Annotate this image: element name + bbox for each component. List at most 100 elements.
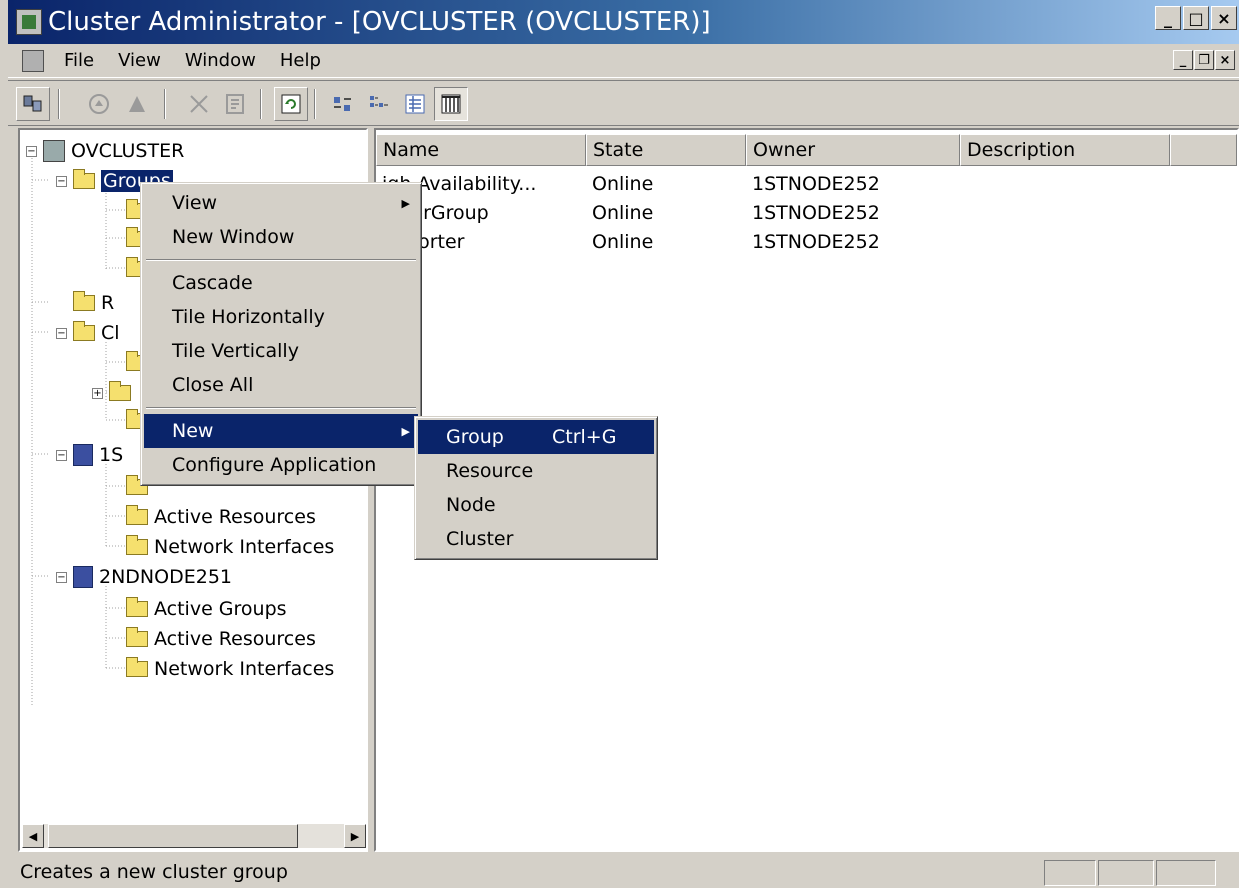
tree-label: Network Interfaces bbox=[154, 658, 335, 680]
menu-item-new-node[interactable]: Node bbox=[418, 488, 654, 522]
scroll-thumb[interactable] bbox=[48, 824, 298, 848]
mdi-child-icon[interactable] bbox=[22, 49, 44, 72]
menu-item-new-window[interactable]: New Window bbox=[144, 220, 418, 254]
column-header-state[interactable]: State bbox=[586, 134, 746, 166]
tree-horizontal-scrollbar[interactable]: ◀ ▶ bbox=[22, 824, 366, 848]
cell-owner: 1STNODE252 bbox=[752, 202, 880, 224]
tree-node-2ndnode251[interactable]: − 2NDNODE251 bbox=[56, 564, 232, 590]
tree-label: Cl bbox=[101, 322, 120, 344]
collapse-icon[interactable]: − bbox=[56, 571, 67, 583]
mdi-close-button[interactable]: × bbox=[1215, 50, 1235, 70]
properties-icon bbox=[226, 94, 244, 114]
tree-node-1stnode[interactable]: − 1S bbox=[56, 442, 123, 468]
toolbar bbox=[8, 80, 1239, 126]
tree-node-ovcluster[interactable]: − OVCLUSTER bbox=[26, 138, 184, 164]
tree-node-config-child[interactable]: + bbox=[92, 380, 137, 406]
mdi-minimize-button[interactable]: _ bbox=[1173, 50, 1193, 70]
small-icons-icon bbox=[370, 96, 388, 107]
details-button[interactable] bbox=[434, 87, 468, 121]
toolbar-separator bbox=[314, 89, 316, 119]
close-button[interactable]: × bbox=[1211, 6, 1237, 30]
menu-item-new-resource[interactable]: Resource bbox=[418, 454, 654, 488]
collapse-icon[interactable]: − bbox=[56, 449, 67, 461]
menu-item-label: Cluster bbox=[446, 528, 514, 550]
delete-button[interactable] bbox=[182, 87, 216, 121]
menu-file[interactable]: File bbox=[52, 50, 106, 71]
refresh-button[interactable] bbox=[274, 87, 308, 121]
menu-item-new[interactable]: New ▶ bbox=[144, 414, 418, 448]
tree-label: Active Groups bbox=[154, 598, 287, 620]
bring-online-button[interactable] bbox=[82, 87, 116, 121]
offline-icon bbox=[129, 96, 145, 112]
properties-button[interactable] bbox=[218, 87, 252, 121]
menu-item-label: Node bbox=[446, 494, 496, 516]
menu-item-configure-application[interactable]: Configure Application bbox=[144, 448, 418, 482]
menu-item-new-group[interactable]: Group Ctrl+G bbox=[418, 420, 654, 454]
mdi-restore-button[interactable]: ❐ bbox=[1194, 50, 1214, 70]
list-button[interactable] bbox=[398, 87, 432, 121]
column-header-description[interactable]: Description bbox=[960, 134, 1170, 166]
small-icons-button[interactable] bbox=[362, 87, 396, 121]
take-offline-button[interactable] bbox=[120, 87, 154, 121]
toolbar-separator bbox=[164, 89, 166, 119]
collapse-icon[interactable]: − bbox=[56, 175, 67, 187]
list-header: Name State Owner Description bbox=[376, 134, 1237, 166]
menu-item-label: New bbox=[172, 420, 214, 442]
minimize-button[interactable]: _ bbox=[1155, 6, 1181, 30]
menu-item-cascade[interactable]: Cascade bbox=[144, 266, 418, 300]
tree-node-node2-active-groups[interactable]: Active Groups bbox=[126, 596, 287, 622]
menu-separator bbox=[146, 259, 416, 261]
menu-view[interactable]: View bbox=[106, 50, 173, 71]
maximize-button[interactable]: □ bbox=[1183, 6, 1209, 30]
list-row[interactable]: Reporter Online 1STNODE252 bbox=[376, 228, 1170, 256]
menu-item-new-cluster[interactable]: Cluster bbox=[418, 522, 654, 556]
folder-icon bbox=[126, 657, 148, 677]
list-row[interactable]: igh Availability... Online 1STNODE252 bbox=[376, 170, 1170, 198]
cluster-icon bbox=[43, 140, 65, 162]
submenu-arrow-icon: ▶ bbox=[401, 196, 410, 210]
tree-label: Active Resources bbox=[154, 506, 316, 528]
folder-icon bbox=[126, 597, 148, 617]
column-header-name[interactable]: Name bbox=[376, 134, 586, 166]
menu-item-close-all[interactable]: Close All bbox=[144, 368, 418, 402]
tree-node-resources[interactable]: R bbox=[73, 290, 114, 316]
tree-node-node2-network-interfaces[interactable]: Network Interfaces bbox=[126, 656, 334, 682]
tree-node-node1-network-interfaces[interactable]: Network Interfaces bbox=[126, 534, 334, 560]
column-header-owner[interactable]: Owner bbox=[746, 134, 960, 166]
list-row[interactable]: usterGroup Online 1STNODE252 bbox=[376, 199, 1170, 227]
menu-item-tile-horizontally[interactable]: Tile Horizontally bbox=[144, 300, 418, 334]
menu-help[interactable]: Help bbox=[268, 50, 333, 71]
collapse-icon[interactable]: − bbox=[56, 327, 67, 339]
menu-item-label: Resource bbox=[446, 460, 534, 482]
menu-item-label: Tile Vertically bbox=[172, 340, 299, 362]
collapse-icon[interactable]: − bbox=[26, 145, 37, 157]
menu-window[interactable]: Window bbox=[173, 50, 268, 71]
tree-node-node1-active-resources[interactable]: Active Resources bbox=[126, 504, 316, 530]
list-icon bbox=[405, 94, 425, 114]
menu-item-tile-vertically[interactable]: Tile Vertically bbox=[144, 334, 418, 368]
menu-separator bbox=[146, 407, 416, 409]
folder-icon bbox=[126, 505, 148, 525]
tree-node-node2-active-resources[interactable]: Active Resources bbox=[126, 626, 316, 652]
refresh-icon bbox=[281, 94, 301, 114]
tree-label: 1S bbox=[99, 444, 124, 466]
tree-node-cluster-configuration[interactable]: − Cl bbox=[56, 320, 120, 346]
scroll-left-button[interactable]: ◀ bbox=[22, 824, 44, 848]
cell-state: Online bbox=[592, 202, 654, 224]
online-icon bbox=[89, 94, 109, 114]
expand-icon[interactable]: + bbox=[92, 387, 103, 399]
tree-label: Network Interfaces bbox=[154, 536, 335, 558]
open-connection-button[interactable] bbox=[16, 87, 50, 121]
scroll-right-button[interactable]: ▶ bbox=[344, 824, 366, 848]
cell-state: Online bbox=[592, 173, 654, 195]
folder-icon bbox=[109, 381, 131, 401]
menu-item-label: New Window bbox=[172, 226, 295, 248]
menu-item-label: Group bbox=[446, 426, 504, 448]
cluster-admin-app-icon[interactable] bbox=[16, 9, 42, 35]
status-panel bbox=[1044, 860, 1096, 886]
cell-owner: 1STNODE252 bbox=[752, 173, 880, 195]
toolbar-separator bbox=[260, 89, 262, 119]
menu-item-view[interactable]: View ▶ bbox=[144, 186, 418, 220]
large-icons-button[interactable] bbox=[326, 87, 360, 121]
mdi-controls: _ ❐ × bbox=[1173, 50, 1235, 70]
